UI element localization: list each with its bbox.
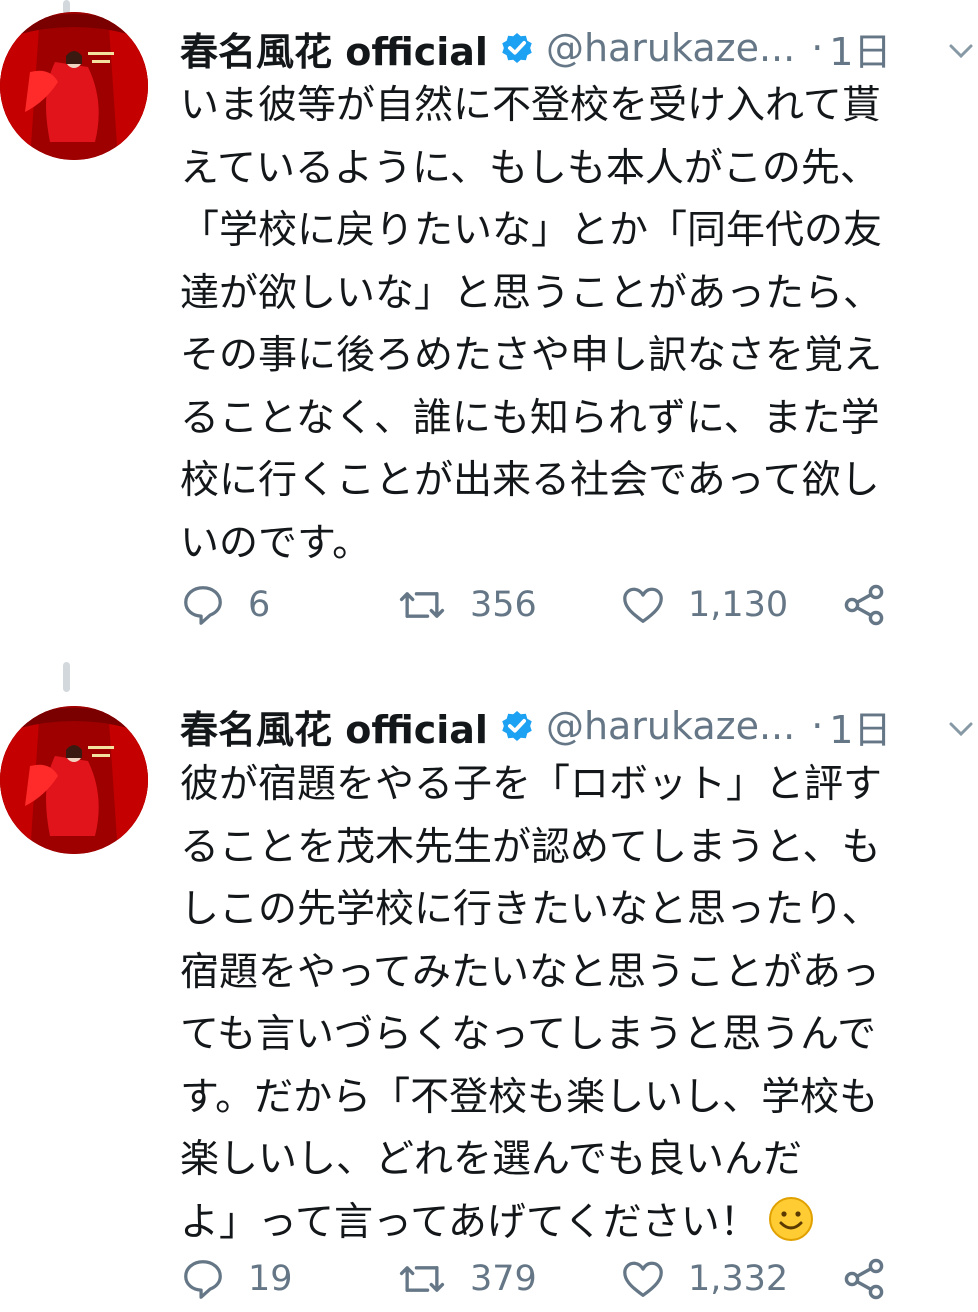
like-count: 1,130 (688, 585, 789, 625)
tweet-text-line: いま彼等が自然に不登校を受け入れて貰 (180, 83, 881, 128)
tweet-text-line: その事に後ろめたさや申し訳なさを覚え (180, 333, 883, 378)
like-count: 1,332 (688, 1259, 789, 1299)
tweet-text-segment: よ」って言ってあげてください！ (180, 1199, 759, 1245)
retweet-icon (396, 1256, 448, 1302)
author-handle[interactable]: @harukaze... (546, 704, 795, 748)
retweet-count: 356 (470, 585, 537, 625)
tweet-1[interactable]: 春名風花 official @harukaze... · 1日 いま彼等が自然に… (0, 0, 978, 650)
tweet-text-line: 校に行くことが出来る社会であって欲し (180, 458, 880, 503)
reply-count: 19 (248, 1259, 293, 1299)
timestamp[interactable]: 1日 (829, 699, 891, 754)
retweet-button[interactable]: 379 (396, 1254, 537, 1304)
reply-icon (180, 582, 226, 628)
tweet-text-line: 楽しいし、どれを選んでも良いんだ (180, 1137, 803, 1182)
author-handle[interactable]: @harukaze... (546, 26, 795, 70)
tweet-header: 春名風花 official @harukaze... · 1日 (180, 698, 891, 754)
tweet-text-line: しこの先学校に行きたいなと思ったり、 (180, 887, 881, 932)
retweet-button[interactable]: 356 (396, 580, 537, 630)
tweet-actions: 19 379 1,332 (180, 1254, 900, 1304)
smiling-face-icon (767, 1195, 815, 1243)
retweet-icon (396, 582, 448, 628)
timestamp[interactable]: 1日 (829, 21, 891, 76)
author-name[interactable]: 春名風花 official (180, 21, 488, 76)
separator-dot: · (811, 704, 824, 748)
tweet-text-line: いのです。 (180, 520, 372, 566)
tweet-actions: 6 356 1,130 (180, 580, 900, 630)
like-button[interactable]: 1,130 (620, 580, 788, 630)
reply-button[interactable]: 19 (180, 1254, 293, 1304)
tweet-text-line: 「学校に戻りたいな」とか「同年代の友 (180, 208, 883, 253)
separator-dot: · (811, 26, 824, 70)
avatar[interactable] (0, 12, 148, 160)
reply-icon (180, 1256, 226, 1302)
avatar[interactable] (0, 706, 148, 854)
tweet-text-line: 彼が宿題をやる子を「ロボット」と評す (180, 762, 883, 807)
verified-badge-icon (498, 707, 536, 745)
reply-count: 6 (248, 585, 271, 625)
heart-icon (620, 1256, 666, 1302)
tweet-text-line: よ」って言ってあげてください！ (180, 1192, 970, 1255)
tweet-text-line: す。だから「不登校も楽しいし、学校も (180, 1074, 879, 1120)
thread-line-top (63, 662, 70, 692)
reply-button[interactable]: 6 (180, 580, 270, 630)
like-button[interactable]: 1,332 (620, 1254, 788, 1304)
tweet-header: 春名風花 official @harukaze... · 1日 (180, 20, 891, 76)
share-icon (840, 581, 888, 629)
author-name[interactable]: 春名風花 official (180, 699, 488, 754)
heart-icon (620, 582, 666, 628)
tweet-text-line: ることなく、誰にも知られずに、また学 (180, 395, 880, 441)
tweet-2[interactable]: 春名風花 official @harukaze... · 1日 彼が宿題をやる子… (0, 650, 978, 1312)
tweet-text-line: えているように、もしも本人がこの先、 (180, 145, 879, 191)
tweet-text: いま彼等が自然に不登校を受け入れて貰 えているように、もしも本人がこの先、 「学… (180, 75, 970, 575)
tweet-text-line: ることを茂木先生が認めてしまうと、も (180, 824, 881, 870)
tweet-text-line: 宿題をやってみたいなと思うことがあっ (180, 949, 881, 995)
share-button[interactable] (840, 580, 888, 630)
tweet-text-line: ても言いづらくなってしまうと思うんで (180, 1012, 877, 1057)
share-button[interactable] (840, 1254, 888, 1304)
chevron-down-icon[interactable] (946, 36, 976, 66)
tweet-text: 彼が宿題をやる子を「ロボット」と評す ることを茂木先生が認めてしまうと、も しこ… (180, 754, 970, 1254)
verified-badge-icon (498, 29, 536, 67)
chevron-down-icon[interactable] (946, 714, 976, 744)
retweet-count: 379 (470, 1259, 537, 1299)
tweet-text-line: 達が欲しいな」と思うことがあったら、 (180, 270, 883, 316)
share-icon (840, 1255, 888, 1303)
